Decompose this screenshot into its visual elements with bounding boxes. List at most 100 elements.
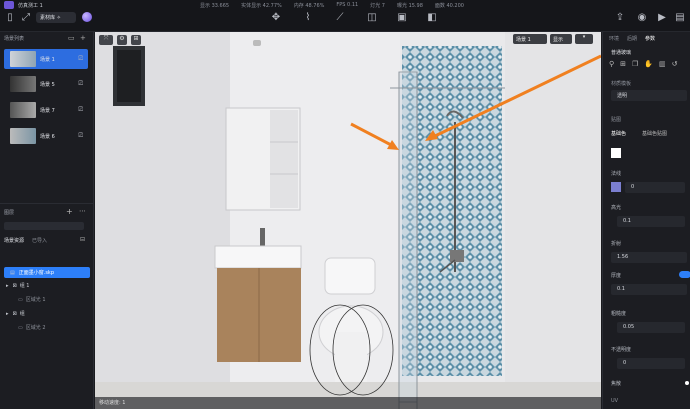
scene-label: 场景 6	[40, 133, 55, 140]
image-icon[interactable]: ▣	[396, 12, 408, 24]
add-layer-icon[interactable]: +	[66, 207, 73, 216]
display-chip[interactable]: 显示	[550, 34, 572, 44]
scene-item[interactable]: 场景 7 ⎚	[4, 100, 88, 120]
copy-icon[interactable]: ❐	[632, 60, 638, 68]
tree-item[interactable]: ▸ ⊠ 组 1	[4, 280, 90, 291]
display-chip-label: 显示	[553, 37, 564, 43]
tree-label: 区域光 1	[25, 297, 46, 303]
tab-imported[interactable]: 已导入	[32, 237, 47, 244]
delete-icon[interactable]: ▥	[659, 60, 666, 68]
material-library-button[interactable]: 素材库 ✧	[36, 12, 76, 23]
opacity-value: 0	[623, 360, 627, 366]
material-section-label: 材质模板	[611, 81, 632, 87]
group-icon: ⊠	[12, 282, 17, 289]
tree-item[interactable]: ▭ 区域光 1	[4, 294, 90, 305]
scene-label: 场景 1	[40, 56, 55, 63]
stats-bar: 显示 33.665 实体显示 42.77% 内存 48.76% FPS 0.11…	[200, 2, 464, 9]
scene-list-title: 场景列表	[4, 36, 25, 42]
measure-icon[interactable]: ⟋	[334, 12, 346, 24]
file-icon: ▤	[10, 269, 15, 276]
scene-thumbnail	[10, 102, 36, 118]
grid-icon[interactable]: ⊞	[131, 35, 141, 45]
gallery-icon[interactable]: ▤	[674, 12, 686, 24]
render-ball-icon[interactable]	[82, 12, 92, 22]
gloss-input[interactable]: 0.1	[617, 216, 685, 227]
reset-icon[interactable]: ↺	[672, 60, 678, 68]
camera-icon[interactable]: ◉	[636, 12, 648, 24]
layer-search[interactable]	[4, 222, 84, 230]
pick-icon[interactable]: ⚲	[609, 60, 614, 68]
add-icon[interactable]: +	[80, 34, 86, 42]
roughness-input[interactable]: 0.05	[617, 322, 685, 333]
opacity-label: 不透明度	[611, 347, 632, 353]
app-title: 仿真测工 1	[18, 3, 43, 9]
render-viewport[interactable]: ⤧ ⚙ ⊞ 场景 1 显示 ▾ 移动速度: 1	[95, 32, 601, 409]
tree-label: 正面墨小窗.skp	[18, 270, 54, 276]
add-scene-icon[interactable]: ▭	[68, 34, 75, 42]
transform-icon[interactable]: ⤧	[99, 35, 113, 45]
normal-swatch[interactable]	[611, 182, 621, 192]
material-template-value: 透明	[617, 93, 628, 99]
share-icon[interactable]: ⇪	[614, 12, 626, 24]
video-icon[interactable]: ▶	[656, 12, 668, 24]
camera-icon[interactable]: ⎚	[78, 106, 83, 114]
hand-icon[interactable]: ✋	[644, 60, 653, 68]
material-template-select[interactable]: 透明	[611, 90, 687, 101]
scene-item[interactable]: 场景 6 ⎚	[4, 126, 88, 146]
refract-input[interactable]: 1.56	[611, 252, 687, 263]
move-icon[interactable]: ✥	[270, 12, 282, 24]
tree-label: 区域光 2	[25, 325, 46, 331]
view-options-icon[interactable]: ▾	[575, 34, 593, 44]
scene-chip[interactable]: 场景 1	[513, 34, 547, 44]
stat-item: 内存 48.76%	[293, 3, 325, 9]
tab-scene-resources[interactable]: 场景资源	[4, 237, 24, 244]
expand-arrow-icon[interactable]: ▸	[6, 311, 9, 317]
expand-arrow-icon[interactable]: ▸	[6, 283, 9, 289]
divider	[0, 203, 94, 204]
tree-item[interactable]: ▸ ⊠ 组	[4, 308, 90, 319]
expand-icon[interactable]: ⤢	[20, 12, 32, 24]
tab-base-color[interactable]: 基础色	[611, 130, 626, 137]
tree-item[interactable]: ▤ 正面墨小窗.skp	[4, 267, 90, 278]
light-icon[interactable]: ◫	[366, 12, 378, 24]
camera-marker-icon[interactable]	[253, 40, 261, 46]
scene-item[interactable]: 场景 1 ⎚	[4, 49, 88, 69]
settings-icon[interactable]: ⚙	[117, 35, 127, 45]
scene-thumbnail	[10, 76, 36, 92]
path-icon[interactable]: ⌇	[302, 12, 314, 24]
scene-thumbnail	[10, 128, 36, 144]
camera-icon[interactable]: ⎚	[78, 132, 83, 140]
texture-tabs: 基础色 基础色贴图	[611, 130, 667, 137]
right-panel: 环境 后期 参数 普通玻璃 ⚲ ⊞ ❐ ✋ ▥ ↺ 材质模板 透明 贴图 基础色…	[602, 32, 690, 409]
tab-post[interactable]: 后期	[627, 35, 637, 42]
status-text: 移动速度: 1	[99, 400, 126, 406]
stat-item: 实体显示 42.77%	[241, 3, 282, 9]
tree-label: 组 1	[19, 283, 30, 289]
top-bar: 仿真测工 1 显示 33.665 实体显示 42.77% 内存 48.76% F…	[0, 0, 690, 32]
group-icon: ⊠	[12, 310, 17, 317]
tab-environment[interactable]: 环境	[609, 35, 619, 42]
tab-params[interactable]: 参数	[645, 35, 655, 42]
roughness-value: 0.05	[623, 324, 635, 330]
camera-icon[interactable]: ⎚	[78, 55, 83, 63]
camera-mode-icon[interactable]: ◧	[426, 12, 438, 24]
material-toolbar: ⚲ ⊞ ❐ ✋ ▥ ↺	[609, 60, 678, 68]
tree-item[interactable]: ▭ 区域光 2	[4, 322, 90, 333]
camera-icon[interactable]: ⎚	[78, 80, 83, 88]
refract-value: 1.56	[617, 254, 629, 260]
normal-input[interactable]: 0	[625, 182, 685, 193]
new-icon[interactable]: ⊞	[620, 60, 626, 68]
thickness-input[interactable]: 0.1	[611, 284, 687, 295]
thickness-toggle[interactable]	[679, 271, 690, 278]
more-icon[interactable]: ⋯	[79, 207, 86, 215]
texture-section-label: 贴图	[611, 117, 622, 123]
scene-item[interactable]: 场景 5 ⎚	[4, 74, 88, 94]
material-library-label: 素材库	[40, 15, 56, 21]
opacity-input[interactable]: 0	[617, 358, 685, 369]
light-icon: ▭	[18, 296, 23, 303]
file-icon[interactable]: ▯	[4, 12, 16, 24]
caustic-toggle[interactable]	[685, 381, 689, 385]
base-color-swatch[interactable]	[611, 148, 621, 158]
collapse-icon[interactable]: ⊟	[80, 236, 85, 243]
tab-base-color-map[interactable]: 基础色贴图	[642, 130, 667, 137]
